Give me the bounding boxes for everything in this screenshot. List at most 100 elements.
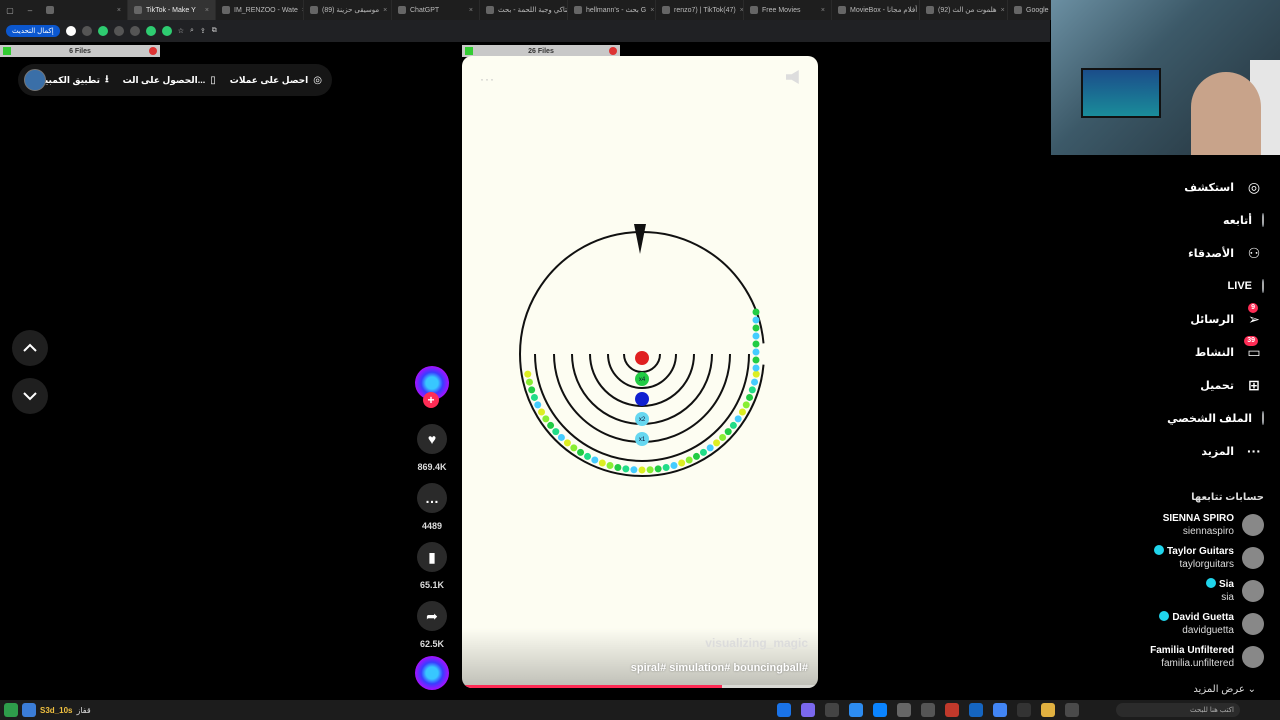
browser-tab[interactable]: MovieBox - أفلام مجانا×	[832, 0, 920, 20]
app-icon[interactable]	[945, 703, 959, 717]
following-account[interactable]: Taylor Guitars taylorguitars	[1064, 545, 1264, 575]
share-icon[interactable]: ⇪	[200, 27, 206, 35]
trail-dot	[752, 364, 760, 372]
browser-tab[interactable]: hellmann's - بحث G ×	[568, 0, 656, 20]
folder-icon[interactable]	[1041, 703, 1055, 717]
share-arrow-icon[interactable]: ➦	[417, 601, 447, 631]
heart-icon[interactable]: ♥	[417, 424, 447, 454]
close-tab-icon[interactable]: ×	[117, 7, 121, 14]
following-account[interactable]: SIENNA SPIRO siennaspiro	[1064, 512, 1264, 542]
comment-icon[interactable]: …	[417, 483, 447, 513]
extension-icon[interactable]	[145, 26, 156, 36]
webcam-person	[1191, 72, 1261, 155]
star-icon[interactable]: ☆	[178, 27, 184, 35]
extension-icon[interactable]	[129, 26, 140, 36]
close-icon[interactable]	[149, 47, 157, 55]
trail-dot	[630, 466, 638, 474]
trail-dot	[719, 433, 727, 441]
see-more-link[interactable]: عرض المزيد ⌄	[1193, 684, 1256, 695]
extension-icon[interactable]	[97, 26, 108, 36]
close-tab-icon[interactable]: ×	[1001, 7, 1005, 14]
next-video-button[interactable]	[12, 378, 48, 414]
sidebar-item[interactable]: الأصدقاء ⚇	[1188, 238, 1264, 268]
sidebar-item[interactable]: المزيد ···	[1201, 436, 1264, 466]
trail-dot	[752, 332, 760, 340]
minimize-icon[interactable]: –	[20, 0, 40, 20]
app-icon[interactable]	[825, 703, 839, 717]
sidebar-item[interactable]: الملف الشخصي	[1167, 403, 1264, 433]
comment-action[interactable]: … 4489	[412, 483, 452, 531]
more-options-icon[interactable]: ···	[480, 72, 495, 86]
app-icon[interactable]	[969, 703, 983, 717]
previous-video-button[interactable]	[12, 330, 48, 366]
close-tab-icon[interactable]: ×	[469, 7, 473, 14]
app-icon[interactable]	[4, 703, 18, 717]
music-disc-icon[interactable]	[415, 656, 449, 690]
browser-tab[interactable]: (89) موسيقى حزينة ×	[304, 0, 392, 20]
music-disc[interactable]	[412, 656, 452, 690]
video-player[interactable]: x4 x2 x1 ··· visualizing_magic spiral# sim…	[462, 56, 818, 688]
trail-dot	[752, 308, 760, 316]
trail-dot	[654, 465, 662, 473]
browser-tab[interactable]: ×	[40, 0, 128, 20]
video-caption[interactable]: spiral# simulation# bouncingball#	[631, 662, 808, 674]
close-icon[interactable]	[609, 47, 617, 55]
taskbar-search[interactable]: اكتب هنا للبحث	[1116, 703, 1240, 717]
update-button[interactable]: إكمال التحديث	[6, 25, 60, 37]
settings-icon[interactable]	[897, 703, 911, 717]
account-name: Sia	[1218, 579, 1234, 590]
sidebar-item[interactable]: LIVE	[1228, 271, 1264, 301]
chrome-icon[interactable]	[993, 703, 1007, 717]
browser-tab[interactable]: كنتاكي وجبة اللحمة - بحث×	[480, 0, 568, 20]
sidebar-item-label: استكشف	[1184, 181, 1234, 194]
browser-tab[interactable]: renzo7) | TikTok(47) ×	[656, 0, 744, 20]
browser-tab[interactable]: ChatGPT ×	[392, 0, 480, 20]
save-action[interactable]: ▮ 65.1K	[412, 542, 452, 590]
sidebar-item[interactable]: تحميل ⊞	[1200, 370, 1264, 400]
get-app-link[interactable]: الحصول على الت... ▯	[123, 75, 216, 86]
app-icon[interactable]	[801, 703, 815, 717]
following-account[interactable]: Sia sia	[1064, 578, 1264, 608]
app-icon[interactable]	[873, 703, 887, 717]
following-account[interactable]: Familia Unfiltered familia.unfiltered	[1064, 644, 1264, 674]
avatar[interactable]	[24, 69, 46, 91]
tab-search-icon[interactable]: ▢	[0, 0, 20, 20]
browser-tab[interactable]: Free Movies ×	[744, 0, 832, 20]
browser-tab[interactable]: TikTok - Make Y ×	[128, 0, 216, 20]
app-icon[interactable]	[22, 703, 36, 717]
sidebar-item-label: أتابعه	[1222, 214, 1252, 227]
extension-icon[interactable]	[113, 26, 124, 36]
following-account[interactable]: David Guetta davidguetta	[1064, 611, 1264, 641]
extensions-icon[interactable]: ⧉	[212, 27, 217, 35]
share-action[interactable]: ➦ 62.5K	[412, 601, 452, 649]
sidebar-item[interactable]: النشاط ▭ 39	[1195, 336, 1264, 367]
sidebar-item[interactable]: الرسائل ➢ 9	[1190, 303, 1264, 334]
close-tab-icon[interactable]: ×	[383, 7, 387, 14]
app-icon[interactable]	[849, 703, 863, 717]
trail-dot	[622, 465, 630, 473]
extension-icon[interactable]	[65, 26, 76, 36]
like-action[interactable]: ♥ 869.4K	[412, 424, 452, 472]
app-icon[interactable]	[1017, 703, 1031, 717]
extension-icon[interactable]	[81, 26, 92, 36]
app-icon[interactable]	[777, 703, 791, 717]
download-bar[interactable]: 6 Files	[0, 45, 160, 57]
app-icon[interactable]	[1065, 703, 1079, 717]
creator-avatar-block[interactable]: +	[412, 366, 452, 408]
close-tab-icon[interactable]: ×	[650, 7, 654, 14]
bookmark-icon[interactable]: ▮	[417, 542, 447, 572]
close-tab-icon[interactable]: ×	[821, 7, 825, 14]
upload-icon: ⊞	[1248, 376, 1260, 393]
browser-tab[interactable]: IM_RENZOO - Wate×	[216, 0, 304, 20]
app-icon[interactable]	[921, 703, 935, 717]
extension-icon[interactable]	[161, 26, 172, 36]
sidebar-item[interactable]: استكشف ◎	[1184, 172, 1264, 202]
tab-label: كنتاكي وجبة اللحمة - بحث	[498, 7, 568, 14]
follow-plus-icon[interactable]: +	[423, 392, 439, 408]
get-coins-link[interactable]: احصل على عملات ◎	[230, 75, 322, 86]
sidebar-item[interactable]: أتابعه	[1223, 205, 1264, 235]
zoom-icon[interactable]: ⌕	[190, 27, 194, 35]
close-tab-icon[interactable]: ×	[205, 7, 209, 14]
live-avatar	[1262, 279, 1264, 293]
browser-tab[interactable]: (92) هلموت من الث ×	[920, 0, 1008, 20]
